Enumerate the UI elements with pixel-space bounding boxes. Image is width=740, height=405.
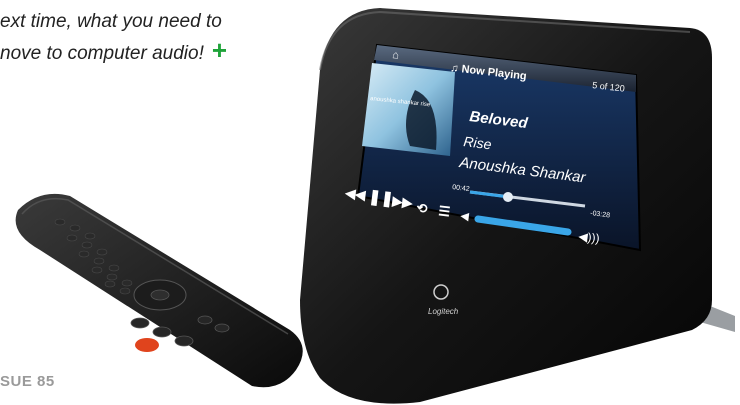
- next-icon: ▶▶: [391, 193, 415, 211]
- svg-text:Logitech: Logitech: [428, 307, 459, 316]
- repeat-icon: ⟲: [416, 200, 429, 216]
- issue-number: SUE 85: [0, 373, 55, 390]
- remote-control: [15, 193, 303, 388]
- product-photo: ◀◀ ❚❚ ▶▶ ⟲ ☰ ◀ ◀))) ⌂ ♫ Now Playing 5 of…: [15, 8, 735, 404]
- album-name: Rise: [463, 133, 493, 152]
- volume-max-icon: ◀))): [578, 229, 601, 245]
- pause-icon: ❚❚: [368, 188, 395, 208]
- progress-knob: [503, 192, 513, 202]
- power-button: [135, 338, 159, 352]
- queue-icon: ☰: [438, 203, 451, 219]
- svg-text:◀◀: ◀◀: [344, 185, 368, 203]
- home-icon: ⌂: [392, 49, 400, 62]
